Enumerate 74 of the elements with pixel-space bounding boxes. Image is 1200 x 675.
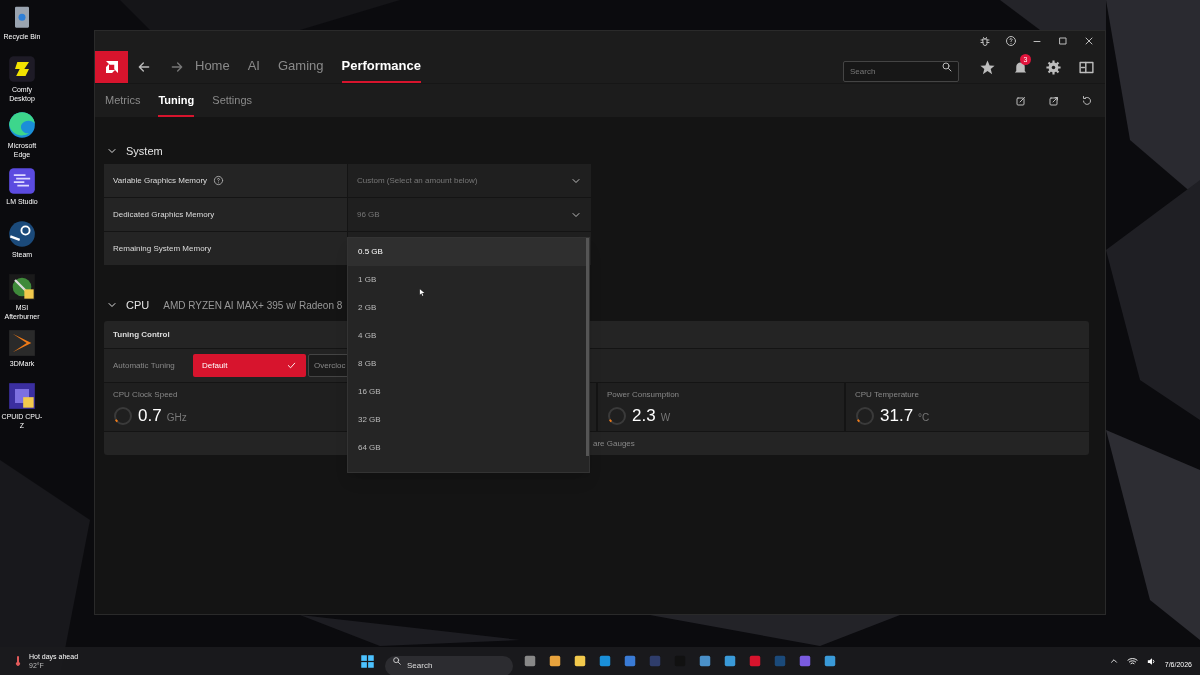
gauge-unit: W: [660, 410, 671, 425]
gauge-label: Power Consumption: [607, 389, 681, 401]
gauge-unit: GHz: [166, 410, 187, 425]
chevron-up-icon[interactable]: [1108, 656, 1119, 666]
help-icon[interactable]: [1005, 35, 1017, 47]
cursor-icon: [418, 288, 427, 297]
sub-tab[interactable]: Settings: [212, 84, 253, 117]
app-icon[interactable]: [8, 167, 36, 195]
search-icon: [392, 656, 402, 666]
app-icon[interactable]: [8, 382, 36, 410]
scrollbar[interactable]: [586, 238, 589, 456]
gauge-label: CPU Temperature: [855, 389, 920, 401]
settings-icon[interactable]: [1045, 58, 1062, 76]
dropdown-option[interactable]: 8 GB: [348, 350, 589, 378]
edit-icon[interactable]: [1015, 94, 1027, 107]
mode-button[interactable]: Default: [193, 354, 306, 377]
bug-icon[interactable]: [979, 35, 991, 47]
check-icon: [286, 360, 297, 371]
help-icon[interactable]: [213, 175, 225, 186]
app-icon[interactable]: [8, 55, 36, 83]
section-title: System: [126, 143, 163, 159]
section-title: CPU: [126, 297, 150, 313]
dropdown-option[interactable]: 16 GB: [348, 378, 589, 406]
app-icon[interactable]: [723, 654, 737, 668]
wifi-icon[interactable]: [1126, 655, 1138, 667]
taskbar-search-field[interactable]: Search: [385, 655, 513, 675]
logo-icon[interactable]: [95, 51, 128, 83]
nav-tab[interactable]: Gaming: [278, 51, 324, 83]
setting-label: Dedicated Graphics Memory: [113, 208, 215, 221]
gauge-icon: [855, 405, 875, 426]
app-icon[interactable]: [8, 329, 36, 357]
app-icon[interactable]: [8, 273, 36, 301]
gauge-icon: [113, 405, 133, 426]
dropdown-option[interactable]: 1 GB: [348, 266, 589, 294]
start-icon[interactable]: [360, 653, 375, 669]
dropdown-field[interactable]: Custom (Select an amount below): [348, 164, 591, 197]
setting-label: Variable Graphics Memory: [113, 174, 208, 187]
reset-icon[interactable]: [1081, 94, 1093, 107]
gauge-icon: [607, 405, 627, 426]
app-icon[interactable]: [573, 654, 587, 668]
cpu-model: AMD RYZEN AI MAX+ 395 w/ Radeon 8: [163, 298, 343, 313]
app-icon[interactable]: [8, 111, 36, 139]
app-icon[interactable]: [548, 654, 562, 668]
app-icon[interactable]: [823, 654, 837, 668]
dropdown-option[interactable]: 32 GB: [348, 406, 589, 434]
panel-title: Tuning Control: [113, 328, 170, 341]
back-arrow-icon[interactable]: [136, 59, 152, 75]
nav-tab[interactable]: Home: [195, 51, 230, 83]
forward-arrow-icon[interactable]: [169, 59, 185, 75]
dropdown-option[interactable]: 4 GB: [348, 322, 589, 350]
nav-tab[interactable]: AI: [247, 51, 260, 83]
dropdown-option[interactable]: 0.5 GB: [348, 238, 589, 266]
search-field[interactable]: Search: [843, 60, 959, 82]
setting-label: Automatic Tuning: [113, 359, 176, 372]
dropdown-field[interactable]: 96 GB: [348, 198, 591, 231]
gauge-value: 2.3: [632, 405, 656, 427]
star-icon[interactable]: [979, 58, 996, 76]
gauge-value: 31.7: [880, 405, 914, 427]
dropdown-option[interactable]: 64 GB: [348, 434, 589, 462]
maximize-icon[interactable]: [1057, 35, 1069, 47]
gauge-value: 0.7: [138, 405, 162, 427]
sub-tab[interactable]: Metrics: [105, 84, 141, 117]
dropdown-value: 96 GB: [357, 208, 381, 221]
search-icon: [941, 60, 953, 73]
close-icon[interactable]: [1083, 35, 1095, 47]
gauge-unit: °C: [918, 410, 930, 425]
gauge-label: CPU Clock Speed: [113, 389, 179, 401]
app-icon[interactable]: [8, 220, 36, 248]
dropdown-value: Custom (Select an amount below): [357, 174, 479, 187]
nav-tab[interactable]: Performance: [341, 51, 421, 83]
share-icon[interactable]: [1048, 94, 1060, 107]
dropdown-option[interactable]: 2 GB: [348, 294, 589, 322]
setting-label: Remaining System Memory: [113, 242, 212, 255]
footer-link[interactable]: are Gauges: [593, 437, 635, 450]
